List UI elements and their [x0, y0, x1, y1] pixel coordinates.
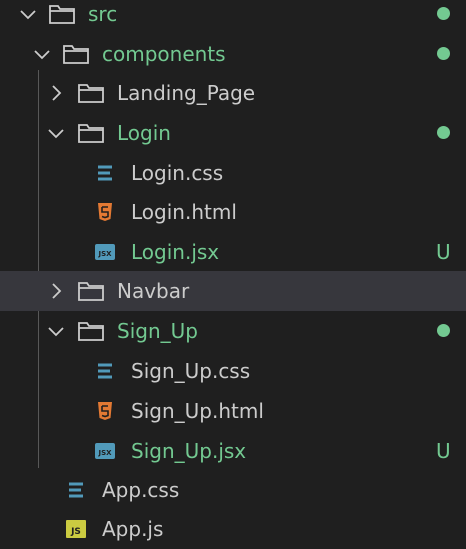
html5-file-icon [94, 201, 116, 223]
git-status-dot [437, 324, 450, 337]
tree-item-components[interactable]: components [0, 34, 466, 74]
css-file-icon [94, 162, 116, 184]
tree-item-label: App.css [102, 478, 180, 502]
svg-text:JSX: JSX [97, 449, 112, 457]
css-file-icon [65, 479, 87, 501]
tree-item-landing-page[interactable]: Landing_Page [0, 73, 466, 113]
folder-open-icon [77, 122, 105, 144]
tree-item-src[interactable]: src [0, 0, 466, 34]
tree-item-label: components [102, 42, 226, 66]
tree-item-label: Login.jsx [131, 240, 220, 264]
html5-file-icon [94, 400, 116, 422]
tree-item-login-html[interactable]: Login.html [0, 192, 466, 232]
tree-item-label: Login.html [131, 200, 237, 224]
chevron-down-icon[interactable] [46, 123, 66, 143]
folder-icon [77, 280, 105, 302]
chevron-down-icon[interactable] [18, 4, 38, 24]
folder-open-icon [48, 3, 76, 25]
chevron-right-icon[interactable] [46, 281, 66, 301]
git-status-dot [437, 47, 450, 60]
tree-item-label: Login.css [131, 161, 224, 185]
tree-item-label: Landing_Page [117, 81, 256, 105]
tree-item-label: Sign_Up.html [131, 399, 264, 423]
tree-item-sign-up[interactable]: Sign_Up [0, 311, 466, 351]
chevron-down-icon[interactable] [46, 321, 66, 341]
css-file-icon [94, 360, 116, 382]
tree-item-sign-up-jsx[interactable]: JSX Sign_Up.jsx U [0, 431, 466, 471]
svg-text:JS: JS [70, 527, 81, 537]
js-file-icon: JS [65, 518, 87, 540]
tree-item-navbar[interactable]: Navbar [0, 271, 466, 311]
folder-icon [77, 82, 105, 104]
jsx-file-icon: JSX [94, 241, 116, 263]
folder-open-icon [62, 43, 90, 65]
tree-item-label: App.js [102, 517, 164, 541]
tree-item-app-css[interactable]: App.css [0, 470, 466, 510]
tree-item-login-jsx[interactable]: JSX Login.jsx U [0, 232, 466, 272]
tree-item-label: Login [117, 121, 171, 145]
tree-item-label: Navbar [117, 279, 190, 303]
chevron-down-icon[interactable] [32, 44, 52, 64]
tree-item-label: Sign_Up.jsx [131, 439, 247, 463]
git-untracked-badge: U [436, 439, 451, 463]
tree-item-sign-up-css[interactable]: Sign_Up.css [0, 351, 466, 391]
git-status-dot [437, 7, 450, 20]
tree-item-login[interactable]: Login [0, 113, 466, 153]
tree-item-app-js[interactable]: JS App.js [0, 509, 466, 549]
git-status-dot [437, 126, 450, 139]
tree-item-label: src [88, 2, 118, 26]
tree-item-sign-up-html[interactable]: Sign_Up.html [0, 391, 466, 431]
svg-text:JSX: JSX [97, 250, 112, 258]
git-untracked-badge: U [436, 240, 451, 264]
tree-item-label: Sign_Up [117, 319, 198, 343]
file-explorer-tree: src components Landing_Page Login Login.… [0, 0, 466, 548]
folder-open-icon [77, 320, 105, 342]
tree-item-label: Sign_Up.css [131, 359, 251, 383]
tree-item-login-css[interactable]: Login.css [0, 153, 466, 193]
chevron-right-icon[interactable] [46, 83, 66, 103]
jsx-file-icon: JSX [94, 440, 116, 462]
